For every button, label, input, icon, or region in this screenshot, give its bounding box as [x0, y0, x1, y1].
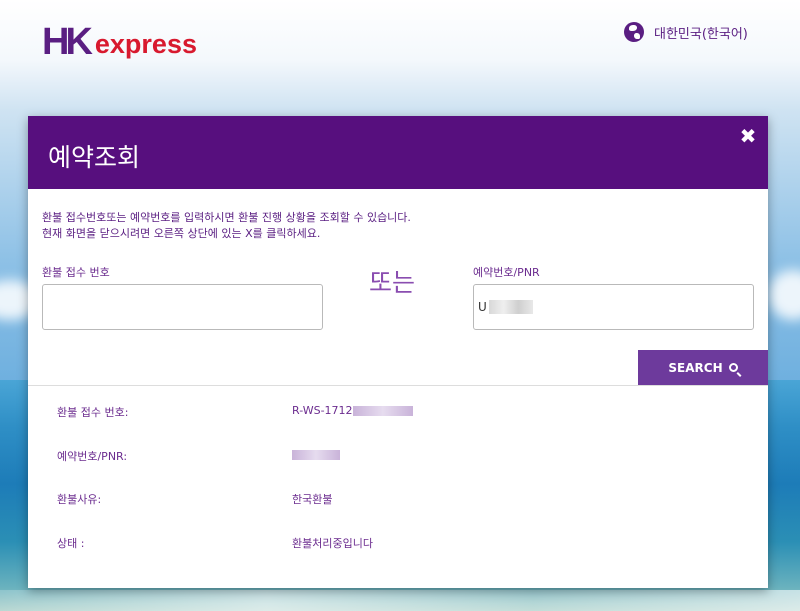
modal-title: 예약조회 [48, 143, 141, 172]
globe-icon [624, 22, 644, 42]
result-label-reason: 환불사유: [57, 493, 102, 506]
result-label-refund-number: 환불 접수 번호: [57, 406, 129, 419]
result-value-status: 환불처리중입니다 [292, 537, 373, 550]
result-label-pnr: 예약번호/PNR: [57, 450, 128, 463]
refund-number-result: R-WS-1712 [292, 404, 353, 417]
background-cloud-right [768, 270, 800, 320]
result-label-status: 상태 : [57, 537, 85, 550]
search-button-label: SEARCH [668, 360, 723, 375]
redacted-pnr-result [292, 450, 340, 460]
divider [28, 385, 768, 386]
pnr-label: 예약번호/PNR [473, 266, 540, 279]
booking-lookup-modal: 예약조회 ✖ 환불 접수번호또는 예약번호를 입력하시면 환불 진행 상황을 조… [28, 116, 768, 588]
modal-header: 예약조회 ✖ [28, 116, 768, 189]
pnr-value: U [478, 300, 487, 314]
instruction-line-1: 환불 접수번호또는 예약번호를 입력하시면 환불 진행 상황을 조회할 수 있습… [42, 211, 411, 224]
or-separator: 또는 [369, 268, 416, 297]
refund-number-label: 환불 접수 번호 [42, 266, 110, 279]
close-icon[interactable]: ✖ [738, 126, 758, 146]
pnr-input[interactable]: U [473, 284, 754, 330]
instruction-line-2: 현재 화면을 닫으시려면 오른쪽 상단에 있는 X를 클릭하세요. [42, 227, 321, 240]
top-bar: HK express 대한민국(한국어) [0, 0, 800, 80]
instructions: 환불 접수번호또는 예약번호를 입력하시면 환불 진행 상황을 조회할 수 있습… [42, 210, 411, 242]
refund-number-input[interactable] [42, 284, 323, 330]
language-label: 대한민국(한국어) [654, 26, 748, 42]
result-value-pnr [292, 448, 340, 461]
result-value-refund-number: R-WS-1712 [292, 404, 413, 417]
logo-express-text: express [94, 29, 197, 59]
search-button[interactable]: SEARCH [638, 350, 768, 385]
search-icon [728, 363, 738, 372]
background-sea-glint [0, 590, 800, 611]
logo-hk-text: HK [42, 21, 93, 63]
hk-express-logo[interactable]: HK express [42, 18, 197, 64]
redacted-pnr [488, 300, 533, 314]
result-value-reason: 한국환불 [292, 493, 333, 506]
language-selector[interactable]: 대한민국(한국어) [624, 22, 748, 42]
redacted-refund-number [352, 406, 413, 416]
